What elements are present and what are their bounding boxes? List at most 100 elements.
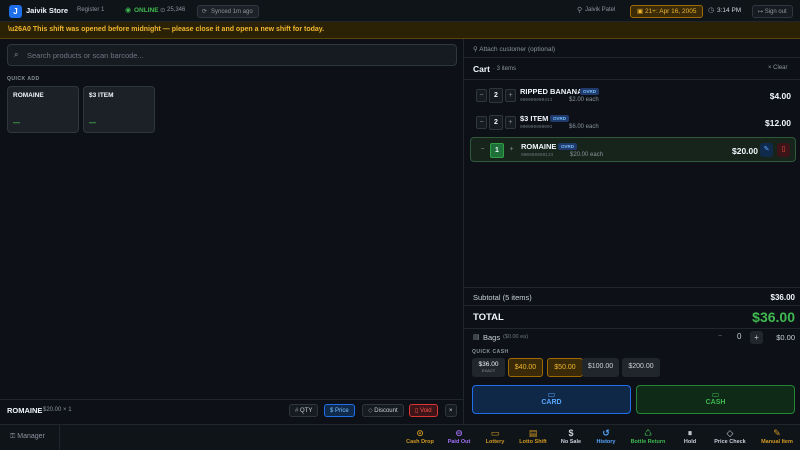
quick-add-label: QUICK ADD bbox=[7, 76, 40, 82]
cart-line-selected[interactable]: − 1 + ROMAINE OVRD 00000000013I $20.00 e… bbox=[470, 137, 796, 162]
line-barcode: 00000000041I bbox=[520, 98, 553, 103]
bags-label: Bags bbox=[483, 333, 501, 342]
clear-label: Clear bbox=[773, 65, 788, 71]
shift-warning-banner: \u26A0 This shift was opened before midn… bbox=[0, 22, 800, 39]
cart-line[interactable]: − 2 + RIPPED BANANA OVRD 00000000041I $2… bbox=[470, 83, 796, 108]
search-box[interactable]: ⌕ bbox=[7, 44, 457, 66]
line-barcode: 00000000000I bbox=[520, 125, 553, 130]
quick-cash-40-button[interactable]: $40.00 bbox=[508, 358, 543, 377]
tile-name: $3 ITEM bbox=[89, 92, 114, 99]
bottom-toolbar: ⚿ Manager ⊙ Cash Drop ⊖ Paid Out ▭ Lottery … bbox=[0, 424, 800, 450]
product-count: 25,346 bbox=[167, 7, 186, 13]
clock-icon: ◷ bbox=[708, 7, 715, 14]
void-button[interactable]: ▯ Void bbox=[409, 404, 438, 417]
selected-item-bar: ROMAINE $20.00 × 1 # QTY $ Price ◇ Disco… bbox=[0, 399, 463, 421]
store-name: Jaivik Store bbox=[26, 6, 69, 15]
qty-label: QTY bbox=[300, 408, 313, 414]
line-unit-price: $6.00 each bbox=[569, 124, 599, 130]
quick-cash-100-button[interactable]: $100.00 bbox=[582, 358, 619, 377]
discount-label: Discount bbox=[374, 408, 398, 414]
discount-button[interactable]: ◇ Discount bbox=[362, 404, 404, 417]
close-icon: × bbox=[449, 408, 453, 414]
shift-warning-text: \u26A0 This shift was opened before midn… bbox=[8, 26, 325, 33]
cart-title: Cart bbox=[473, 64, 491, 74]
line-unit-price: $20.00 each bbox=[570, 152, 604, 158]
divider bbox=[464, 305, 800, 306]
price-button[interactable]: $ Price bbox=[324, 404, 355, 417]
product-pane: ⌕ QUICK ADD ROMAINE — $3 ITEM — bbox=[0, 39, 463, 424]
tile-price: — bbox=[89, 120, 96, 127]
exact-cash-value: $36.00 bbox=[478, 361, 499, 368]
line-name: $3 ITEM bbox=[520, 114, 549, 123]
cart-count: · 3 items bbox=[493, 66, 517, 72]
clear-cart-button[interactable]: × Clear bbox=[768, 65, 788, 71]
sync-icon: ⟳ bbox=[202, 9, 208, 15]
age-check-badge: ▣ 21+: Apr 16, 2005 bbox=[630, 5, 704, 18]
search-input[interactable] bbox=[27, 48, 447, 62]
increment-button[interactable]: + bbox=[506, 144, 517, 157]
divider bbox=[464, 57, 800, 58]
quick-cash-50-button[interactable]: $50.00 bbox=[547, 358, 583, 377]
age-check-date: 21+: Apr 16, 2005 bbox=[644, 8, 697, 15]
manager-button[interactable]: ⚿ Manager bbox=[10, 433, 45, 441]
exact-cash-label: EXACT bbox=[481, 368, 496, 373]
exact-cash-button[interactable]: $36.00 EXACT bbox=[472, 358, 505, 377]
bag-icon: ▤ bbox=[473, 334, 480, 341]
decrement-button[interactable]: − bbox=[477, 144, 488, 157]
tool-label: Paid Out bbox=[447, 439, 471, 445]
tool-label: No Sale bbox=[560, 439, 582, 445]
total-label: TOTAL bbox=[473, 312, 504, 323]
tool-label: Price Check bbox=[714, 439, 746, 445]
wifi-icon: ◉ bbox=[125, 7, 132, 14]
tool-label: Cash Drop bbox=[406, 439, 434, 445]
selected-item-name: ROMAINE bbox=[7, 406, 43, 415]
selected-item-price-qty: $20.00 × 1 bbox=[43, 407, 72, 413]
connection-status: ONLINE bbox=[134, 7, 159, 14]
card-icon: ▭ bbox=[547, 390, 556, 399]
deselect-button[interactable]: × bbox=[445, 404, 457, 417]
qty-button[interactable]: # QTY bbox=[289, 404, 319, 417]
void-label: Void bbox=[419, 408, 432, 414]
pencil-icon: ✎ bbox=[763, 146, 770, 153]
attach-customer-button[interactable]: ⚲ Attach customer (optional) bbox=[473, 45, 555, 53]
tool-label: History bbox=[596, 439, 616, 445]
user-icon: ⚲ bbox=[577, 7, 583, 14]
bags-increment-button[interactable]: + bbox=[750, 331, 763, 344]
cash-pay-button[interactable]: ▭ CASH bbox=[636, 385, 795, 414]
bags-qty: 0 bbox=[737, 332, 742, 341]
cart-pane: ⚲ Attach customer (optional) Cart · 3 it… bbox=[463, 39, 800, 424]
subtotal-row: Subtotal (5 items) $36.00 bbox=[473, 293, 795, 302]
sync-button[interactable]: ⟳ Synced 1m ago bbox=[197, 5, 259, 18]
sign-out-button[interactable]: ↦ Sign out bbox=[752, 5, 793, 18]
sync-status: Synced 1m ago bbox=[211, 9, 253, 15]
cart-line[interactable]: − 2 + $3 ITEM OVRD 00000000000I $6.00 ea… bbox=[470, 110, 796, 135]
decrement-button[interactable]: − bbox=[476, 116, 487, 129]
remove-line-button[interactable]: ▯ bbox=[777, 143, 790, 157]
sign-out-icon: ↦ bbox=[758, 9, 765, 15]
line-qty[interactable]: 1 bbox=[490, 143, 504, 158]
tool-label: Lotto Shift bbox=[519, 439, 547, 445]
quick-add-tile-romaine[interactable]: ROMAINE — bbox=[7, 86, 79, 133]
calendar-icon: ▣ bbox=[637, 8, 645, 15]
card-label: CARD bbox=[541, 399, 562, 406]
quick-add-tile-3-item[interactable]: $3 ITEM — bbox=[83, 86, 155, 133]
bags-decrement-button[interactable]: − bbox=[718, 333, 722, 340]
price-check-button[interactable]: ◇ Price Check bbox=[705, 428, 755, 445]
increment-button[interactable]: + bbox=[505, 89, 516, 102]
quick-cash-200-button[interactable]: $200.00 bbox=[622, 358, 660, 377]
manual-item-button[interactable]: ✎ Manual Item bbox=[752, 428, 800, 445]
subtotal-label: Subtotal (5 items) bbox=[473, 293, 532, 302]
override-badge: OVRD bbox=[558, 143, 578, 150]
decrement-button[interactable]: − bbox=[476, 89, 487, 102]
line-qty[interactable]: 2 bbox=[489, 115, 503, 130]
edit-line-button[interactable]: ✎ bbox=[760, 143, 773, 157]
register-label: Register 1 bbox=[77, 7, 105, 13]
card-pay-button[interactable]: ▭ CARD bbox=[472, 385, 631, 414]
line-total: $20.00 bbox=[732, 146, 758, 156]
database-icon: ⊙ bbox=[160, 7, 166, 14]
line-qty[interactable]: 2 bbox=[489, 88, 503, 103]
increment-button[interactable]: + bbox=[505, 116, 516, 129]
cash-icon: ▭ bbox=[711, 390, 720, 399]
total-value: $36.00 bbox=[752, 309, 795, 325]
tool-label: Hold bbox=[683, 439, 697, 445]
